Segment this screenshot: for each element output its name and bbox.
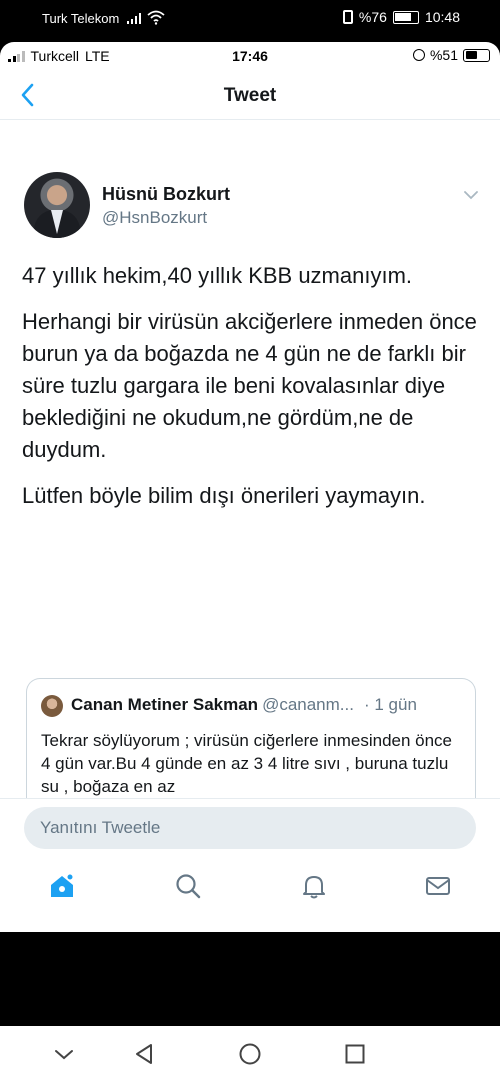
screenshot-frame: Turkcell LTE 17:46 %51 Tweet Hüsnü Bozku… (0, 42, 500, 932)
device-time: 10:48 (424, 9, 460, 25)
system-nav-bar (0, 1026, 500, 1083)
tweet-paragraph: 47 yıllık hekim,40 yıllık KBB uzmanıyım. (22, 263, 413, 288)
bottom-tab-bar (0, 856, 500, 932)
home-circle-icon[interactable] (238, 1042, 262, 1066)
tweet-text: 47 yıllık hekim,40 yıllık KBB uzmanıyım.… (22, 260, 482, 526)
quoted-tweet[interactable]: Canan Metiner Sakman @cananm... · 1 gün Te… (26, 678, 476, 818)
inner-battery-icon (463, 48, 490, 62)
device-signal-icon (127, 12, 141, 24)
quoted-author-handle: @cananm... (262, 695, 354, 714)
quoted-author-name: Canan Metiner Sakman (71, 695, 259, 714)
wifi-icon (147, 10, 165, 25)
rotation-lock-icon (412, 49, 425, 61)
tweet-paragraph: Herhangi bir virüsün akciğerlere inmeden… (22, 309, 477, 462)
back-triangle-icon[interactable] (132, 1042, 156, 1066)
quoted-timestamp: · 1 gün (363, 695, 417, 714)
chevron-down-icon[interactable] (52, 1042, 76, 1066)
device-battery-percent: %76 (358, 9, 387, 25)
quoted-text: Tekrar söylüyorum ; virüsün ciğerlere in… (41, 731, 453, 796)
quoted-author-avatar (41, 695, 63, 717)
device-carrier: Turk Telekom (42, 11, 120, 26)
tweet-paragraph: Lütfen böyle bilim dışı önerileri yaymay… (22, 483, 426, 508)
device-status-bar: Turk Telekom %76 10:48 (0, 0, 500, 38)
reply-bar: Yanıtını Tweetle (0, 798, 500, 856)
page-title: Tweet (223, 85, 277, 106)
search-icon[interactable] (174, 872, 202, 900)
home-icon[interactable] (48, 872, 76, 900)
notifications-icon[interactable] (300, 872, 328, 900)
author-avatar[interactable] (24, 172, 90, 238)
device-battery-icon (392, 10, 419, 24)
inner-status-bar: Turkcell LTE 17:46 %51 (0, 42, 500, 72)
reply-input[interactable]: Yanıtını Tweetle (24, 807, 476, 849)
messages-icon[interactable] (424, 872, 452, 900)
author-handle[interactable]: @HsnBozkurt (102, 208, 207, 228)
top-nav: Tweet (0, 72, 500, 120)
recents-square-icon[interactable] (343, 1042, 367, 1066)
inner-battery-percent: %51 (429, 47, 458, 63)
author-name[interactable]: Hüsnü Bozkurt (102, 184, 230, 205)
chevron-down-icon[interactable] (464, 190, 478, 200)
vibrate-icon (342, 10, 353, 24)
